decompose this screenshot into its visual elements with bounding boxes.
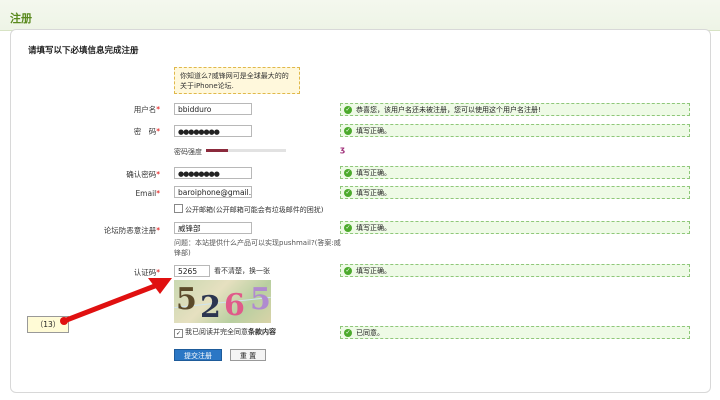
strength-indicator: ʒ​ [340,145,346,154]
confirm-status: ✓ 填写正确。 [340,166,690,179]
confirm-label: 确认密码* [126,170,160,179]
check-icon: ✓ [344,106,352,114]
password-status: ✓ 填写正确。 [340,124,690,137]
captcha-digit: 6 [224,288,245,323]
check-icon: ✓ [344,267,352,275]
page-title: 注册 [10,12,32,25]
public-email-checkbox[interactable] [174,204,183,213]
check-icon: ✓ [344,329,352,337]
agree-option[interactable]: ✓ 我已阅读并完全同意条款内容 [174,327,276,338]
check-icon: ✓ [344,189,352,197]
page-header: 注册 [0,0,720,31]
antispam-input[interactable]: 威锋部 [174,222,252,234]
annotation-callout: （13） [27,316,69,333]
agree-status: ✓ 已同意。 [340,326,690,339]
public-email-option[interactable]: 公开邮箱(公开邮箱可能会有垃圾邮件的困扰) [174,204,323,215]
username-status: ✓ 恭喜您，该用户名还未被注册，您可以使用这个用户名注册! [340,103,690,116]
agree-checkbox[interactable]: ✓ [174,329,183,338]
password-strength-bar [206,149,286,152]
refresh-captcha-link[interactable]: 看不清楚，换一张 [214,266,270,276]
check-icon: ✓ [344,169,352,177]
password-input[interactable]: ●●●●●●●● [174,125,252,137]
email-input[interactable]: baroiphone@gmail.com [174,186,252,198]
captcha-input[interactable]: 5265 [174,265,210,277]
antispam-status: ✓ 填写正确。 [340,221,690,234]
info-tip: 你知道么?威锋网可是全球最大的的关于iPhone论坛. [174,67,300,94]
password-label: 密 码* [133,127,160,136]
captcha-image[interactable]: 5 2 6 5 [174,280,271,323]
captcha-label: 认证码* [133,268,160,277]
submit-button[interactable]: 提交注册 [174,349,222,361]
check-icon: ✓ [344,224,352,232]
reset-button[interactable]: 重 置 [230,349,266,361]
captcha-digit: 5 [250,282,271,317]
email-status: ✓ 填写正确。 [340,186,690,199]
confirm-password-input[interactable]: ●●●●●●●● [174,167,252,179]
captcha-digit: 2 [200,290,221,323]
username-label: 用户名* [133,105,160,114]
captcha-status: ✓ 填写正确。 [340,264,690,277]
captcha-digit: 5 [176,282,197,317]
antispam-question: 问题：本站提供什么产品可以实现pushmail?(答案:威锋部) [174,239,341,257]
password-strength-fill [206,149,229,152]
form-heading: 请填写以下必填信息完成注册 [28,46,139,56]
antispam-label: 论坛防恶意注册* [103,226,160,235]
terms-link[interactable]: 条款内容 [248,328,276,336]
check-icon: ✓ [344,127,352,135]
username-input[interactable]: bbidduro [174,103,252,115]
email-label: Email* [135,189,160,198]
password-strength-label: 密码强度 [174,148,202,156]
